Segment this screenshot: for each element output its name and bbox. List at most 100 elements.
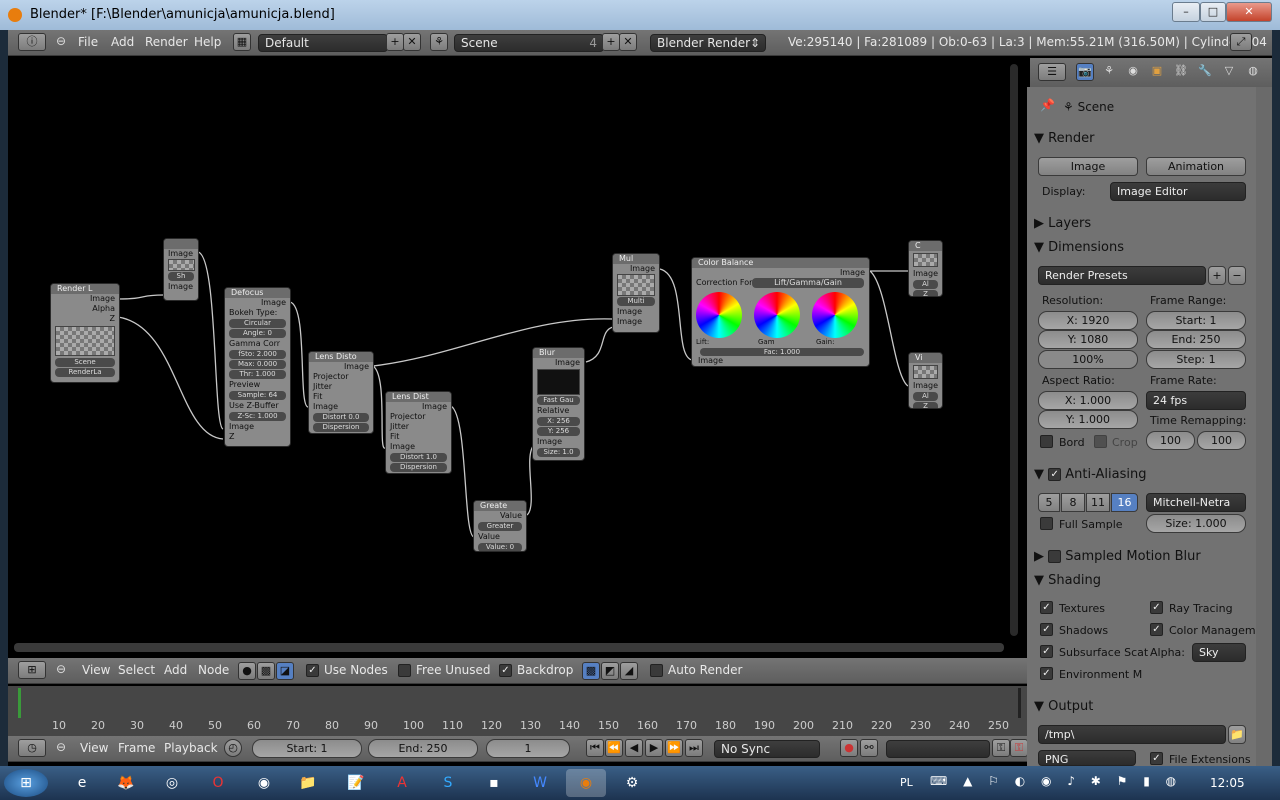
max-blur-field[interactable]: Max: 0.000 [229, 360, 286, 369]
distort-field[interactable]: Distort 0.0 [313, 413, 369, 422]
next-keyframe-icon[interactable]: ⏩ [665, 739, 683, 757]
node-blur[interactable]: Blur Image Fast Gau Relative X: 256 Y: 2… [532, 347, 585, 461]
vertical-scrollbar[interactable] [1010, 64, 1018, 636]
preview-range-icon[interactable]: ◴ [224, 739, 242, 757]
system-tray-icons[interactable]: ⌨ ▲ ⚐ ◐ ◉ ♪ ✱ ⚑ ▮ ◍ [930, 774, 1182, 788]
lift-color-wheel[interactable] [696, 292, 742, 338]
node-viewer-small[interactable]: Image Sh Image [163, 238, 199, 301]
backdrop-checkbox[interactable]: ✓ [499, 664, 512, 677]
blender-taskbar-icon[interactable]: ◉ [566, 769, 606, 797]
node-render-layers[interactable]: Render L Image Alpha Z Scene RenderLa [50, 283, 120, 383]
auto-render-checkbox[interactable] [650, 664, 663, 677]
cmd-icon[interactable]: ▪ [474, 769, 514, 797]
projector-option[interactable]: Projector [309, 372, 373, 382]
editor-type-timeline-icon[interactable]: ◷ [18, 739, 46, 757]
scene-icon[interactable]: ⚘ [430, 33, 448, 51]
gamma-correct-option[interactable]: Gamma Corr [225, 339, 290, 349]
maximize-button[interactable]: □ [1200, 2, 1226, 22]
dispersion-field[interactable]: Dispersion [390, 463, 447, 472]
render-tab-icon[interactable]: 📷 [1076, 63, 1094, 81]
render-layer-select[interactable]: RenderLa [55, 368, 115, 377]
node-mix-multiply[interactable]: Mul Image Multi Image Image [612, 253, 660, 333]
menu-add[interactable]: Add [111, 35, 134, 49]
render-image-button[interactable]: Image [1038, 157, 1138, 176]
textures-checkbox[interactable]: ✓ [1040, 601, 1053, 614]
chrome-icon[interactable]: ◎ [152, 769, 192, 797]
remap-new-field[interactable]: 100 [1197, 431, 1246, 450]
alpha-mode-select[interactable]: Sky [1192, 643, 1246, 662]
node-composite[interactable]: C Image Al Z [908, 240, 943, 297]
resolution-y-field[interactable]: Y: 1080 [1038, 330, 1138, 349]
modifiers-tab-icon[interactable]: 🔧 [1196, 63, 1214, 81]
layout-field[interactable]: Default [258, 34, 388, 52]
record-icon[interactable]: ● [840, 739, 858, 757]
color-management-checkbox[interactable]: ✓ [1150, 623, 1163, 636]
filter-select[interactable]: Fast Gau [537, 396, 580, 405]
prev-keyframe-icon[interactable]: ⏪ [605, 739, 623, 757]
editor-type-properties-icon[interactable]: ☰ [1038, 63, 1066, 81]
current-frame-cursor[interactable] [18, 688, 21, 718]
menu-file[interactable]: File [78, 35, 98, 49]
clock[interactable]: 12:05 [1210, 776, 1245, 790]
jitter-option[interactable]: Jitter [386, 422, 451, 432]
misc-app-icon[interactable]: ⚙ [612, 769, 652, 797]
collapse-menu-icon[interactable]: ⊖ [56, 662, 66, 676]
menu-view[interactable]: View [80, 741, 108, 755]
use-nodes-checkbox[interactable]: ✓ [306, 664, 319, 677]
aa-samples-16[interactable]: 16 [1111, 493, 1138, 512]
shader-nodes-icon[interactable]: ● [238, 662, 256, 680]
scene-field[interactable]: Scene 4 [454, 34, 604, 52]
render-presets-select[interactable]: Render Presets [1038, 266, 1206, 285]
fullscreen-icon[interactable]: ⤢ [1230, 33, 1252, 51]
output-path-field[interactable]: /tmp\ [1038, 725, 1226, 744]
start-frame-field[interactable]: Start: 1 [252, 739, 362, 758]
aspect-y-field[interactable]: Y: 1.000 [1038, 410, 1138, 429]
distort-field[interactable]: Distort 1.0 [390, 453, 447, 462]
backdrop-alpha-icon[interactable]: ◢ [620, 662, 638, 680]
material-tab-icon[interactable]: ◍ [1244, 63, 1262, 81]
dispersion-field[interactable]: Dispersion [313, 423, 369, 432]
add-layout-button[interactable]: + [386, 33, 404, 51]
node-defocus[interactable]: Defocus Image Bokeh Type: Circular Angle… [224, 287, 291, 447]
motion-blur-section-header[interactable]: ▶ Sampled Motion Blur [1034, 549, 1250, 571]
aa-filter-select[interactable]: Mitchell-Netra [1146, 493, 1246, 512]
size-x-field[interactable]: X: 256 [537, 417, 580, 426]
remove-layout-button[interactable]: ✕ [403, 33, 421, 51]
frame-end-field[interactable]: End: 250 [1146, 330, 1246, 349]
frame-start-field[interactable]: Start: 1 [1146, 311, 1246, 330]
zscale-field[interactable]: Z-Sc: 1.000 [229, 412, 286, 421]
node-greater[interactable]: Greate Value Greater Value Value: 0 [473, 500, 527, 552]
projector-option[interactable]: Projector [386, 412, 451, 422]
bokeh-select[interactable]: Circular [229, 319, 286, 328]
correction-method-select[interactable]: Lift/Gamma/Gain [752, 278, 864, 288]
play-icon[interactable]: ▶ [645, 739, 663, 757]
blend-mode-select[interactable]: Multi [617, 297, 655, 306]
node-lens-distortion-1[interactable]: Lens Disto Image Projector Jitter Fit Im… [308, 351, 374, 434]
zbuffer-checkbox[interactable]: Use Z-Buffer [225, 401, 290, 411]
keying-set-field[interactable] [886, 740, 990, 758]
aa-samples-11[interactable]: 11 [1086, 493, 1110, 512]
menu-frame[interactable]: Frame [118, 741, 155, 755]
jitter-option[interactable]: Jitter [309, 382, 373, 392]
shadows-checkbox[interactable]: ✓ [1040, 623, 1053, 636]
dimensions-section-header[interactable]: ▼ Dimensions [1034, 240, 1250, 262]
node-lens-distortion-2[interactable]: Lens Dist Image Projector Jitter Fit Ima… [385, 391, 452, 474]
scene-tab-icon[interactable]: ⚘ [1100, 63, 1118, 81]
samples-field[interactable]: Sample: 64 [229, 391, 286, 400]
shading-section-header[interactable]: ▼ Shading [1034, 573, 1250, 595]
anti-aliasing-section-header[interactable]: ▼ ✓ Anti-Aliasing [1034, 467, 1250, 489]
backdrop-color-icon[interactable]: ▩ [582, 662, 600, 680]
delete-keyframe-icon[interactable]: ⚿ [1010, 739, 1028, 757]
remove-scene-button[interactable]: ✕ [619, 33, 637, 51]
notepad-icon[interactable]: 📝 [336, 769, 376, 797]
display-select[interactable]: Image Editor [1110, 182, 1246, 201]
node-color-balance[interactable]: Color Balance Image Correction For: Lift/… [691, 257, 870, 367]
channel-select[interactable]: Sh [168, 272, 194, 281]
border-checkbox[interactable] [1040, 435, 1053, 448]
add-scene-button[interactable]: + [602, 33, 620, 51]
value-field[interactable]: Value: 0 [478, 543, 522, 551]
sync-mode-select[interactable]: No Sync [714, 740, 820, 758]
anti-aliasing-checkbox[interactable]: ✓ [1048, 468, 1062, 481]
properties-scrollbar[interactable] [1256, 87, 1272, 768]
size-field[interactable]: Size: 1.0 [537, 448, 580, 457]
